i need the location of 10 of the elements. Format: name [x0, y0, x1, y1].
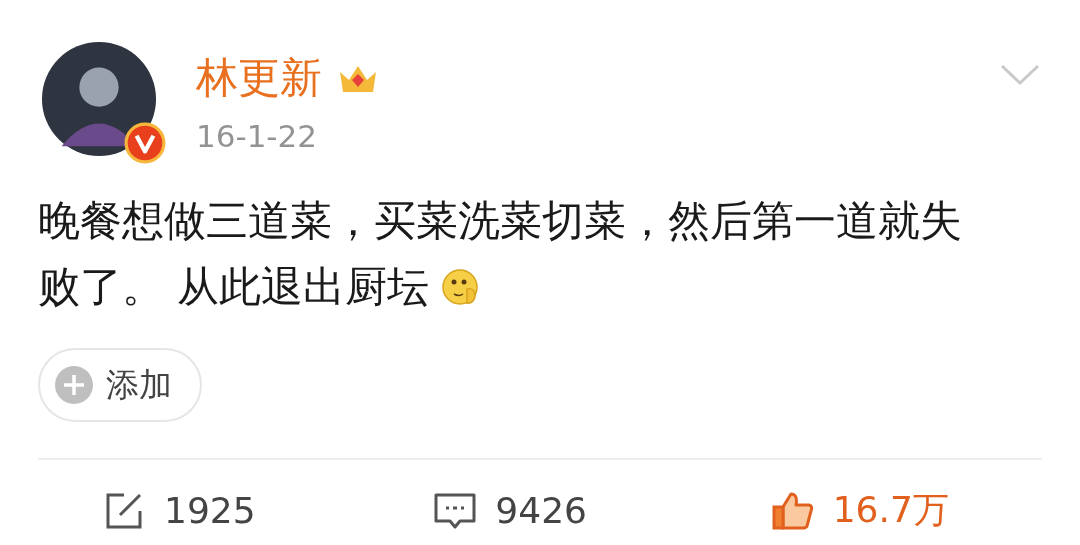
- avatar[interactable]: [40, 40, 158, 158]
- repost-button[interactable]: 1925: [102, 486, 256, 535]
- comment-button[interactable]: 9426: [433, 486, 587, 535]
- post-date: 16-1-22: [196, 118, 318, 154]
- plus-icon: [54, 365, 94, 405]
- like-button[interactable]: 16.7万: [770, 486, 949, 535]
- thumbs-up-icon: [770, 490, 815, 531]
- post-text: 晚餐想做三道菜，买菜洗菜切菜，然后第一道就失: [38, 195, 962, 247]
- post-text: 败了。 从此退出厨坛: [38, 261, 430, 313]
- add-button[interactable]: 添加: [38, 348, 202, 422]
